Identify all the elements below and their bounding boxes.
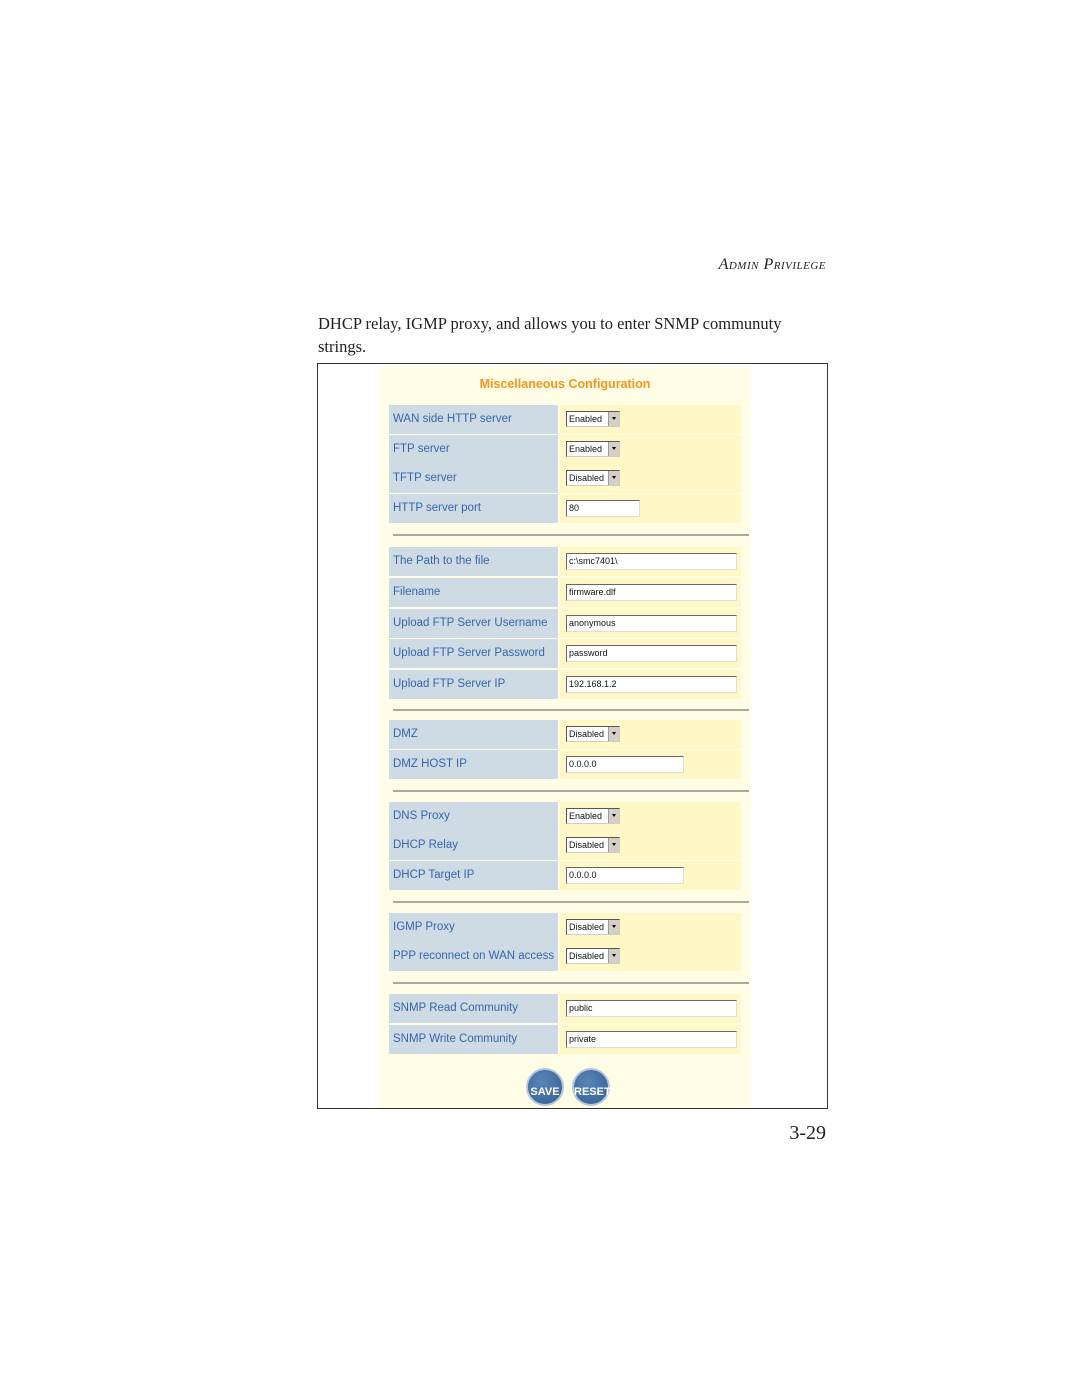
- row-snmp-read: SNMP Read Community public: [389, 994, 741, 1023]
- ftp-password-input[interactable]: password: [566, 645, 737, 662]
- row-path-to-file: The Path to the file c:\smc7401\: [389, 547, 741, 576]
- tftp-server-select[interactable]: Disabled: [566, 470, 620, 486]
- row-label: Filename: [389, 578, 558, 607]
- misc-config-panel: Miscellaneous Configuration WAN side HTT…: [379, 367, 751, 1108]
- chevron-down-icon: [608, 809, 619, 823]
- panel-title: Miscellaneous Configuration: [479, 377, 651, 391]
- section-divider: [393, 901, 749, 903]
- row-label: HTTP server port: [389, 494, 558, 523]
- reset-button[interactable]: RESET: [572, 1068, 611, 1106]
- section-divider: [393, 534, 749, 536]
- row-label: DHCP Relay: [389, 831, 558, 860]
- dmz-select[interactable]: Disabled: [566, 726, 620, 742]
- chevron-down-icon: [608, 949, 619, 963]
- row-dns-proxy: DNS Proxy Enabled: [389, 802, 741, 831]
- chevron-down-icon: [608, 471, 619, 485]
- snmp-read-community-input[interactable]: public: [566, 1000, 737, 1017]
- row-label: WAN side HTTP server: [389, 405, 558, 434]
- ftp-server-select[interactable]: Enabled: [566, 441, 620, 457]
- chevron-down-icon: [608, 920, 619, 934]
- row-label: TFTP server: [389, 464, 558, 493]
- row-ftp-server: FTP server Enabled: [389, 435, 741, 464]
- row-label: SNMP Read Community: [389, 994, 558, 1023]
- row-label: DHCP Target IP: [389, 861, 558, 890]
- snmp-write-community-input[interactable]: private: [566, 1031, 737, 1048]
- row-ftp-username: Upload FTP Server Username anonymous: [389, 609, 741, 638]
- row-http-server-port: HTTP server port 80: [389, 494, 741, 523]
- path-to-file-input[interactable]: c:\smc7401\: [566, 553, 737, 570]
- row-label: Upload FTP Server Username: [389, 609, 558, 638]
- chevron-down-icon: [608, 727, 619, 741]
- row-dhcp-relay: DHCP Relay Disabled: [389, 831, 741, 860]
- row-label: Upload FTP Server Password: [389, 639, 558, 668]
- page-number: 3-29: [789, 1122, 826, 1144]
- row-dhcp-target-ip: DHCP Target IP 0.0.0.0: [389, 861, 741, 890]
- row-label: Upload FTP Server IP: [389, 670, 558, 699]
- ftp-username-input[interactable]: anonymous: [566, 615, 737, 632]
- section-divider: [393, 709, 749, 711]
- igmp-proxy-select[interactable]: Disabled: [566, 919, 620, 935]
- section-divider: [393, 982, 749, 984]
- row-label: IGMP Proxy: [389, 913, 558, 942]
- row-label: The Path to the file: [389, 547, 558, 576]
- save-button[interactable]: SAVE: [526, 1068, 564, 1106]
- row-igmp-proxy: IGMP Proxy Disabled: [389, 913, 741, 942]
- row-label: SNMP Write Community: [389, 1025, 558, 1054]
- row-label: FTP server: [389, 435, 558, 464]
- http-server-port-input[interactable]: 80: [566, 500, 640, 517]
- ppp-reconnect-select[interactable]: Disabled: [566, 948, 620, 964]
- row-label: DMZ: [389, 720, 558, 749]
- row-tftp-server: TFTP server Disabled: [389, 464, 741, 493]
- chevron-down-icon: [608, 442, 619, 456]
- filename-input[interactable]: firmware.dlf: [566, 584, 737, 601]
- dmz-host-ip-input[interactable]: 0.0.0.0: [566, 756, 684, 773]
- row-wan-http-server: WAN side HTTP server Enabled: [389, 405, 741, 434]
- row-snmp-write: SNMP Write Community private: [389, 1025, 741, 1054]
- row-ftp-server-ip: Upload FTP Server IP 192.168.1.2: [389, 670, 741, 699]
- row-dmz-host-ip: DMZ HOST IP 0.0.0.0: [389, 750, 741, 779]
- wan-http-server-select[interactable]: Enabled: [566, 411, 620, 427]
- dns-proxy-select[interactable]: Enabled: [566, 808, 620, 824]
- running-head: Admin Privilege: [718, 256, 826, 273]
- chevron-down-icon: [608, 412, 619, 426]
- row-label: DNS Proxy: [389, 802, 558, 831]
- dhcp-target-ip-input[interactable]: 0.0.0.0: [566, 867, 684, 884]
- ftp-server-ip-input[interactable]: 192.168.1.2: [566, 676, 737, 693]
- dhcp-relay-select[interactable]: Disabled: [566, 837, 620, 853]
- row-filename: Filename firmware.dlf: [389, 578, 741, 607]
- screenshot-frame: Miscellaneous Configuration WAN side HTT…: [317, 363, 828, 1109]
- section-divider: [393, 790, 749, 792]
- row-ftp-password: Upload FTP Server Password password: [389, 639, 741, 668]
- row-dmz: DMZ Disabled: [389, 720, 741, 749]
- intro-paragraph: DHCP relay, IGMP proxy, and allows you t…: [318, 314, 782, 356]
- row-label: PPP reconnect on WAN access: [389, 942, 558, 971]
- chevron-down-icon: [608, 838, 619, 852]
- row-label: DMZ HOST IP: [389, 750, 558, 779]
- row-ppp-reconnect: PPP reconnect on WAN access Disabled: [389, 942, 741, 971]
